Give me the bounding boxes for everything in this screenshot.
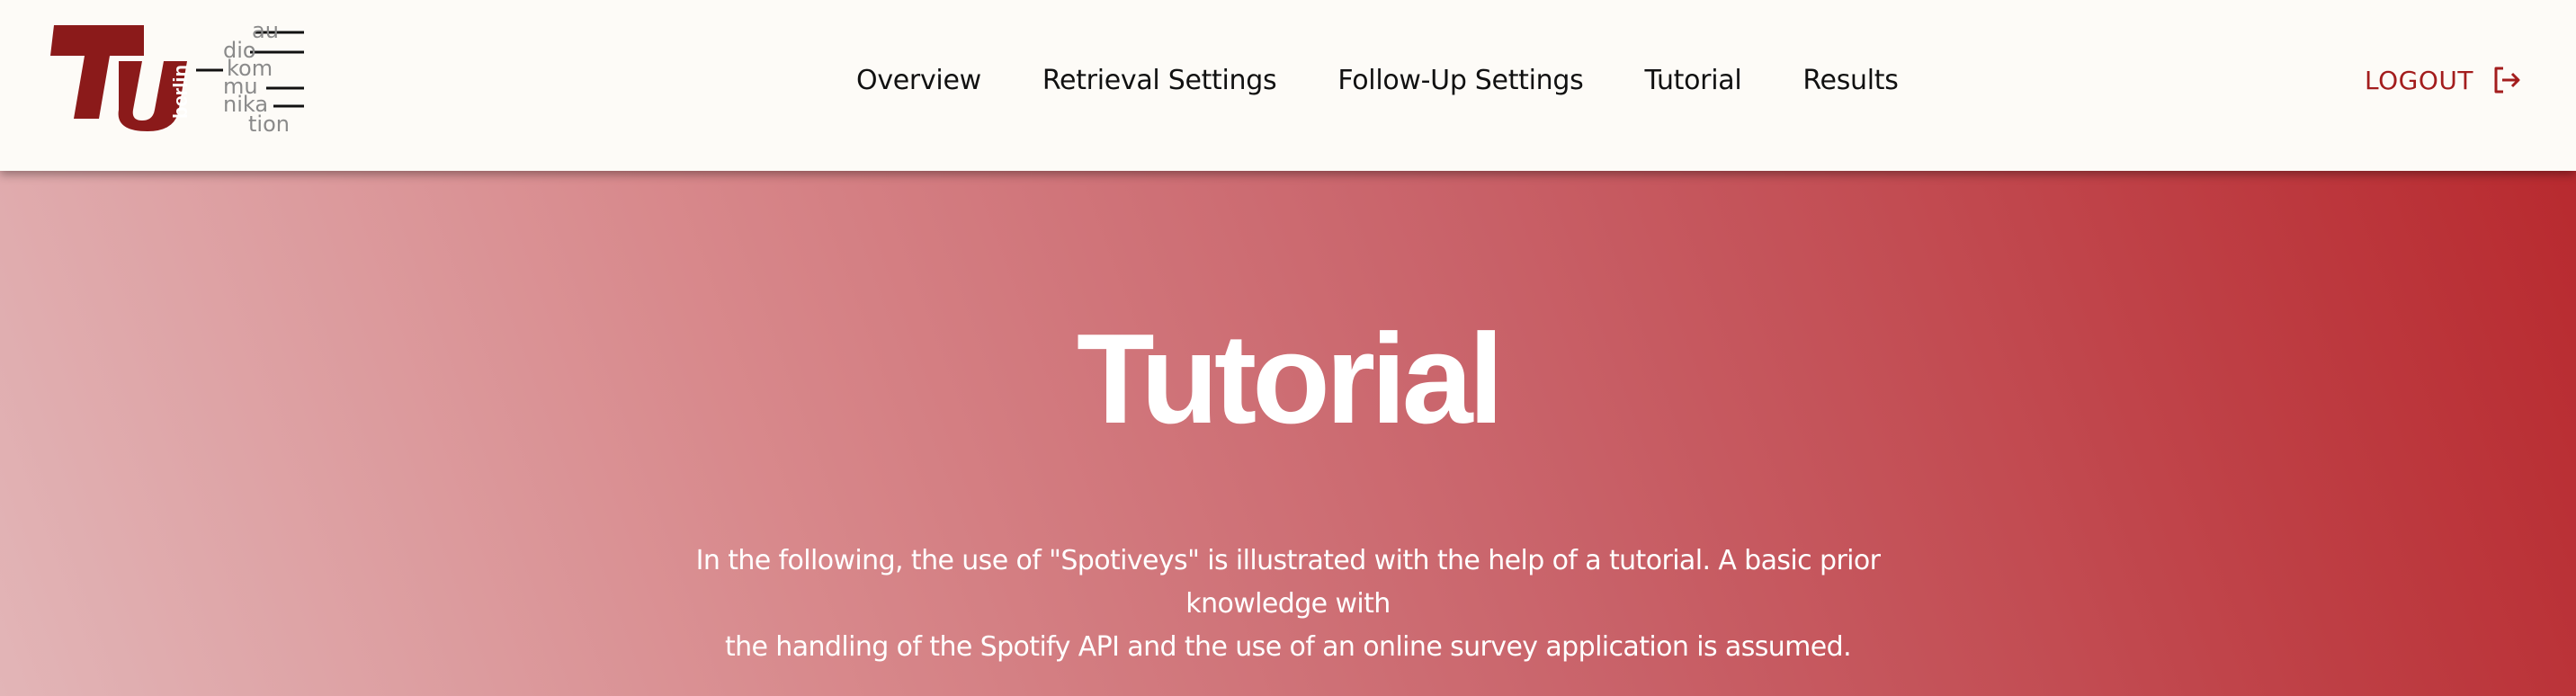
nav-tutorial[interactable]: Tutorial: [1644, 65, 1741, 96]
main-nav: Overview Retrieval Settings Follow-Up Se…: [856, 65, 1960, 96]
hero-section: Tutorial In the following, the use of "S…: [0, 171, 2576, 696]
nav-retrieval-settings[interactable]: Retrieval Settings: [1042, 65, 1277, 96]
logout-label: LOGOUT: [2365, 65, 2473, 95]
logo-dept-line: tion: [248, 112, 290, 137]
tu-berlin-audiokommunikation-logo[interactable]: berlin au dio kom mu nika tion: [47, 18, 317, 137]
nav-results[interactable]: Results: [1802, 65, 1899, 96]
nav-follow-up-settings[interactable]: Follow-Up Settings: [1337, 65, 1583, 96]
logo-graphic: berlin au dio kom mu nika tion: [50, 18, 304, 137]
nav-overview[interactable]: Overview: [856, 65, 981, 96]
logout-button[interactable]: LOGOUT: [2365, 65, 2522, 95]
hero-description-line-1: In the following, the use of "Spotiveys"…: [695, 545, 1881, 620]
page-title: Tutorial: [1076, 308, 1504, 451]
top-navbar: berlin au dio kom mu nika tion Overview …: [0, 0, 2576, 171]
logout-icon: [2494, 67, 2520, 94]
logo-city-text: berlin: [169, 65, 192, 119]
hero-description: In the following, the use of "Spotiveys"…: [640, 540, 1936, 669]
hero-description-line-2: the handling of the Spotify API and the …: [724, 631, 1852, 663]
